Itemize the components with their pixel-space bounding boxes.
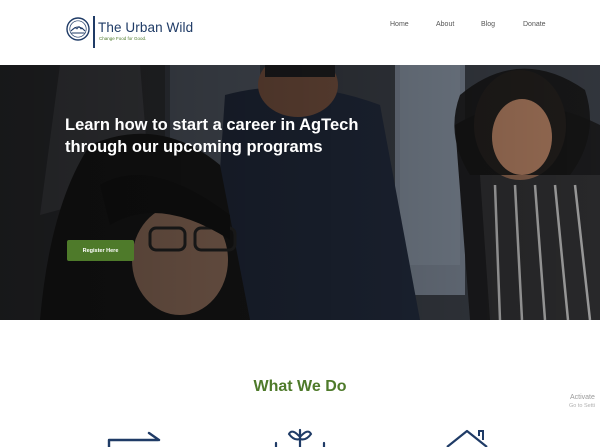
plant-sprout-icon — [274, 428, 326, 447]
nav-blog[interactable]: Blog — [481, 21, 495, 28]
activate-windows-watermark: Activate — [570, 394, 595, 401]
nav-donate[interactable]: Donate — [523, 21, 546, 28]
hero-banner — [0, 65, 600, 320]
site-header: The Urban Wild Change Food for Good. Hom… — [0, 0, 600, 65]
nav-about[interactable]: About — [436, 21, 454, 28]
brand-name[interactable]: The Urban Wild — [98, 20, 193, 35]
arrow-right-icon — [107, 431, 161, 447]
activate-windows-subtext: Go to Setti — [569, 403, 595, 409]
house-icon — [446, 429, 488, 447]
hero-headline: Learn how to start a career in AgTech th… — [65, 114, 425, 158]
logo-emblem-icon[interactable] — [66, 17, 90, 41]
hero-headline-line-2: through our upcoming programs — [65, 138, 323, 156]
hero-overlay — [0, 65, 600, 320]
logo-divider — [93, 16, 95, 48]
nav-home[interactable]: Home — [390, 21, 409, 28]
section-title-what-we-do: What We Do — [253, 378, 347, 395]
brand-tagline: Change Food for Good. — [99, 36, 147, 41]
hero-headline-line-1: Learn how to start a career in AgTech — [65, 116, 359, 134]
register-button[interactable]: Register Here — [67, 240, 134, 261]
